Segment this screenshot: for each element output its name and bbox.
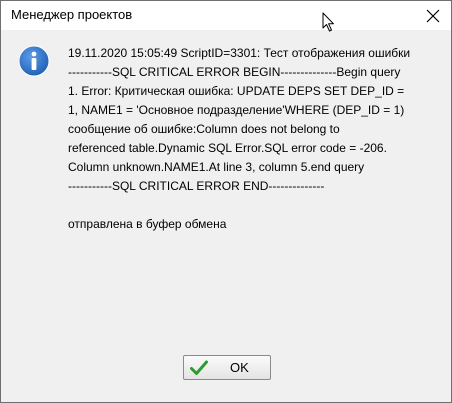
mouse-cursor-icon bbox=[322, 12, 334, 32]
message-line: -----------SQL CRITICAL ERROR BEGIN-----… bbox=[68, 65, 401, 79]
dialog-content: 19.11.2020 15:05:49 ScriptID=3301: Тест … bbox=[1, 30, 451, 402]
checkmark-icon bbox=[190, 360, 208, 375]
title-bar[interactable]: Менеджер проектов bbox=[1, 1, 451, 30]
message-line: 19.11.2020 15:05:49 ScriptID=3301: Тест … bbox=[68, 46, 411, 60]
ok-button-label: OK bbox=[230, 360, 249, 375]
close-icon bbox=[426, 9, 440, 22]
message-line: сообщение об ошибке:Column does not belo… bbox=[68, 122, 340, 136]
message-line bbox=[68, 196, 444, 215]
close-button[interactable] bbox=[415, 1, 451, 30]
window-title: Менеджер проектов bbox=[11, 7, 133, 22]
info-icon bbox=[18, 45, 50, 77]
project-manager-dialog: Менеджер проектов 19.11.2020 15:05:49 Sc… bbox=[0, 0, 452, 403]
message-line: 1. Error: Критическая ошибка: UPDATE DEP… bbox=[68, 84, 405, 98]
ok-button[interactable]: OK bbox=[183, 355, 271, 380]
message-line: referenced table.Dynamic SQL Error.SQL e… bbox=[68, 141, 387, 155]
message-line: -----------SQL CRITICAL ERROR END-------… bbox=[68, 179, 325, 193]
message-line: Column unknown.NAME1.At line 3, column 5… bbox=[68, 160, 365, 174]
message-line: 1, NAME1 = 'Основное подразделение'WHERE… bbox=[68, 103, 405, 117]
message-line: отправлена в буфер обмена bbox=[68, 217, 227, 231]
error-message: 19.11.2020 15:05:49 ScriptID=3301: Тест … bbox=[68, 44, 444, 234]
